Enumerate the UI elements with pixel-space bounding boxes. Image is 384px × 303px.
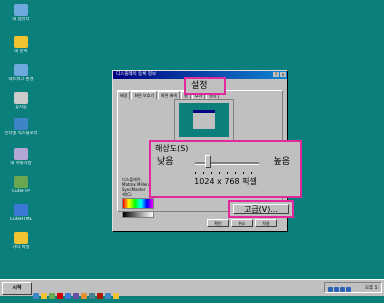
start-button[interactable]: 시작: [2, 282, 32, 295]
close-button[interactable]: ×: [280, 72, 286, 77]
app4-quicklaunch-icon[interactable]: [73, 293, 79, 299]
briefcase-icon[interactable]: 내 서류가방: [4, 148, 38, 166]
color-sample: [122, 211, 154, 218]
app5-quicklaunch-icon[interactable]: [81, 293, 87, 299]
resolution-value: 1024 x 768 픽셀: [194, 177, 257, 186]
resolution-label: 해상도(S): [155, 144, 189, 153]
ok-button[interactable]: 확인: [207, 219, 229, 227]
resolution-slider-thumb[interactable]: [204, 155, 211, 168]
apply-button[interactable]: 적용: [255, 219, 277, 227]
cutehtml-icon[interactable]: CuteHTML: [4, 204, 38, 222]
resolution-high-label: 높음: [273, 157, 290, 167]
clock[interactable]: 오후 5:: [365, 286, 379, 291]
slider-ticks: [195, 172, 259, 174]
advanced-button-callout: 고급(V)...: [228, 200, 294, 218]
folder-icon[interactable]: 기타 파일: [4, 232, 38, 250]
dialog-title: 디스플레이 등록 정보: [116, 72, 157, 77]
system-tray: 오후 5:: [324, 282, 382, 293]
tray-icon[interactable]: [334, 287, 339, 292]
help-button[interactable]: ?: [273, 72, 279, 77]
app-quicklaunch-icon[interactable]: [49, 293, 55, 299]
app9-quicklaunch-icon[interactable]: [113, 293, 119, 299]
cuteftp-icon[interactable]: CuteFTP: [4, 176, 38, 194]
cancel-button[interactable]: 취소: [231, 219, 253, 227]
internet-explorer-icon[interactable]: 인터넷 익스플로러: [4, 118, 38, 136]
resolution-callout: 해상도(S) 낮음 높음 1024 x 768 픽셀: [149, 140, 302, 198]
resolution-low-label: 낮음: [157, 157, 174, 167]
settings-tab-callout[interactable]: 설정: [184, 77, 226, 95]
app3-quicklaunch-icon[interactable]: [65, 293, 71, 299]
network-icon[interactable]: 네트워크 환경: [4, 64, 38, 82]
app6-quicklaunch-icon[interactable]: [89, 293, 95, 299]
recycle-bin-icon[interactable]: 휴지통: [4, 92, 38, 110]
tray-icon[interactable]: [340, 287, 345, 292]
app8-quicklaunch-icon[interactable]: [105, 293, 111, 299]
advanced-button[interactable]: 고급(V)...: [233, 204, 289, 214]
my-documents-icon[interactable]: 내 문서: [4, 36, 38, 54]
quick-launch: [33, 284, 121, 299]
app2-quicklaunch-icon[interactable]: [57, 293, 63, 299]
app7-quicklaunch-icon[interactable]: [97, 293, 103, 299]
tray-icon[interactable]: [328, 287, 333, 292]
tray-icon[interactable]: [346, 287, 351, 292]
taskbar: 시작 오후 5:: [0, 279, 384, 299]
my-computer-icon[interactable]: 내 컴퓨터: [4, 4, 38, 22]
ie-quicklaunch-icon[interactable]: [33, 293, 39, 299]
folder-quicklaunch-icon[interactable]: [41, 293, 47, 299]
color-palette-select[interactable]: [122, 198, 154, 209]
